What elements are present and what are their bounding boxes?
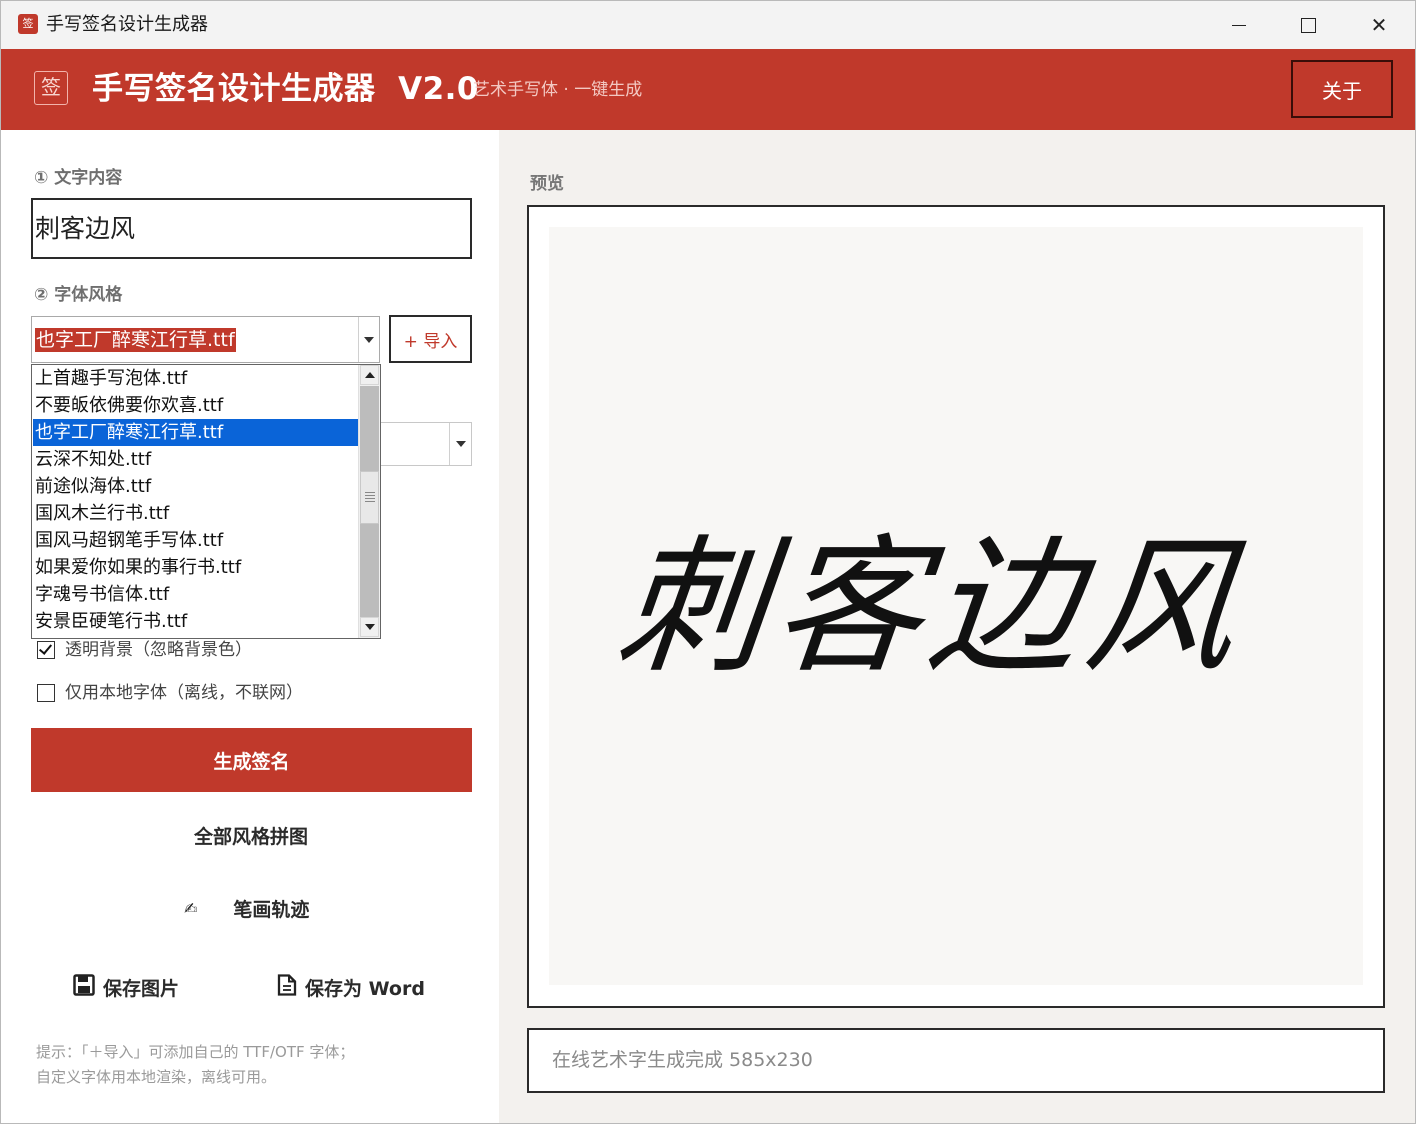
save-word-label: 保存为 Word (305, 978, 425, 1000)
save-image-label: 保存图片 (103, 978, 180, 1000)
secondary-select[interactable] (379, 422, 472, 466)
all-styles-mosaic-button[interactable]: 全部风格拼图 (194, 822, 308, 849)
chevron-down-icon (364, 624, 375, 630)
chevron-down-icon (364, 336, 374, 343)
maximize-icon (1300, 17, 1316, 33)
dropdown-scrollbar[interactable] (358, 365, 380, 638)
font-option[interactable]: 字魂号书信体.ttf (33, 581, 358, 608)
font-select-value: 也字工厂醉寒江行草.ttf (35, 328, 236, 352)
font-option[interactable]: 国风木兰行书.ttf (33, 500, 358, 527)
preview-frame: 刺客边风 (527, 205, 1385, 1008)
dropdown-arrow[interactable] (449, 423, 471, 465)
local-font-label: 仅用本地字体（离线，不联网） (65, 683, 303, 703)
transparent-bg-checkbox[interactable]: 透明背景（忽略背景色） (37, 639, 252, 661)
logo-icon: 签 (34, 71, 68, 105)
floppy-disk-icon (73, 974, 95, 1001)
minimize-button[interactable] (1204, 1, 1274, 49)
checkbox-checked-icon[interactable] (37, 641, 55, 659)
window-title: 手写签名设计生成器 (46, 14, 208, 35)
stroke-trace-label: 笔画轨迹 (233, 899, 310, 921)
generate-signature-button[interactable]: 生成签名 (31, 728, 472, 792)
scroll-down-button[interactable] (360, 617, 379, 637)
about-button[interactable]: 关于 (1291, 60, 1393, 118)
preview-canvas: 刺客边风 (549, 227, 1363, 985)
app-subtitle: 艺术手写体 · 一键生成 (473, 80, 643, 100)
hint-line-1: 提示：「＋导入」可添加自己的 TTF/OTF 字体； (36, 1043, 355, 1061)
text-content-label: ① 文字内容 (34, 168, 123, 188)
app-name: 手写签名设计生成器 V2.0 (92, 71, 479, 107)
maximize-button[interactable] (1273, 1, 1343, 49)
save-image-button[interactable]: 保存图片 (73, 974, 179, 1001)
mosaic-label: 全部风格拼图 (194, 826, 309, 848)
save-word-button[interactable]: 保存为 Word (277, 974, 425, 1001)
preview-panel: 预览 刺客边风 在线艺术字生成完成 585x230 (499, 130, 1415, 1123)
app-header: 签 手写签名设计生成器 V2.0 艺术手写体 · 一键生成 关于 (1, 49, 1415, 130)
minimize-icon (1232, 24, 1246, 26)
signature-preview-text: 刺客边风 (609, 521, 1253, 693)
font-dropdown-list[interactable]: 上首趣手写泡体.ttf 不要皈依佛要你欢喜.ttf 也字工厂醉寒江行草.ttf … (31, 364, 381, 639)
control-panel: ① 文字内容 刺客边风 ② 字体风格 也字工厂醉寒江行草.ttf + 导入 上首… (1, 130, 499, 1123)
status-bar: 在线艺术字生成完成 585x230 (527, 1028, 1385, 1093)
font-style-select[interactable]: 也字工厂醉寒江行草.ttf (31, 316, 380, 363)
stroke-trace-button[interactable]: ✍ 笔画轨迹 (184, 895, 309, 922)
transparent-bg-label: 透明背景（忽略背景色） (65, 640, 252, 660)
signature-text-input[interactable]: 刺客边风 (31, 198, 472, 259)
document-icon (277, 974, 297, 1001)
import-font-button[interactable]: + 导入 (389, 315, 472, 363)
scroll-thumb[interactable] (360, 471, 379, 524)
close-icon: ✕ (1370, 13, 1388, 37)
preview-label: 预览 (530, 174, 564, 194)
app-window: 签 手写签名设计生成器 ✕ 签 手写签名设计生成器 V2.0 艺术手写体 · 一… (0, 0, 1416, 1124)
app-icon: 签 (18, 14, 38, 34)
local-font-checkbox[interactable]: 仅用本地字体（离线，不联网） (37, 682, 303, 704)
hint-line-2: 自定义字体用本地渲染，离线可用。 (36, 1068, 277, 1086)
font-option[interactable]: 上首趣手写泡体.ttf (33, 365, 358, 392)
font-option-selected[interactable]: 也字工厂醉寒江行草.ttf (33, 419, 358, 446)
pen-icon: ✍ (184, 899, 198, 918)
chevron-down-icon (455, 441, 466, 447)
font-option[interactable]: 前途似海体.ttf (33, 473, 358, 500)
font-option[interactable]: 云深不知处.ttf (33, 446, 358, 473)
checkbox-unchecked-icon[interactable] (37, 684, 55, 702)
close-button[interactable]: ✕ (1344, 1, 1414, 49)
font-option[interactable]: 如果爱你如果的事行书.ttf (33, 554, 358, 581)
font-option[interactable]: 不要皈依佛要你欢喜.ttf (33, 392, 358, 419)
font-style-label: ② 字体风格 (34, 285, 123, 305)
font-option[interactable]: 安景臣硬笔行书.ttf (33, 608, 358, 635)
scroll-up-button[interactable] (360, 365, 379, 385)
hint-text: 提示：「＋导入」可添加自己的 TTF/OTF 字体； 自定义字体用本地渲染，离线… (36, 1040, 354, 1090)
font-option[interactable]: 国风马超钢笔手写体.ttf (33, 527, 358, 554)
chevron-up-icon (364, 372, 375, 378)
title-bar: 签 手写签名设计生成器 ✕ (1, 1, 1415, 49)
dropdown-arrow[interactable] (358, 317, 379, 362)
